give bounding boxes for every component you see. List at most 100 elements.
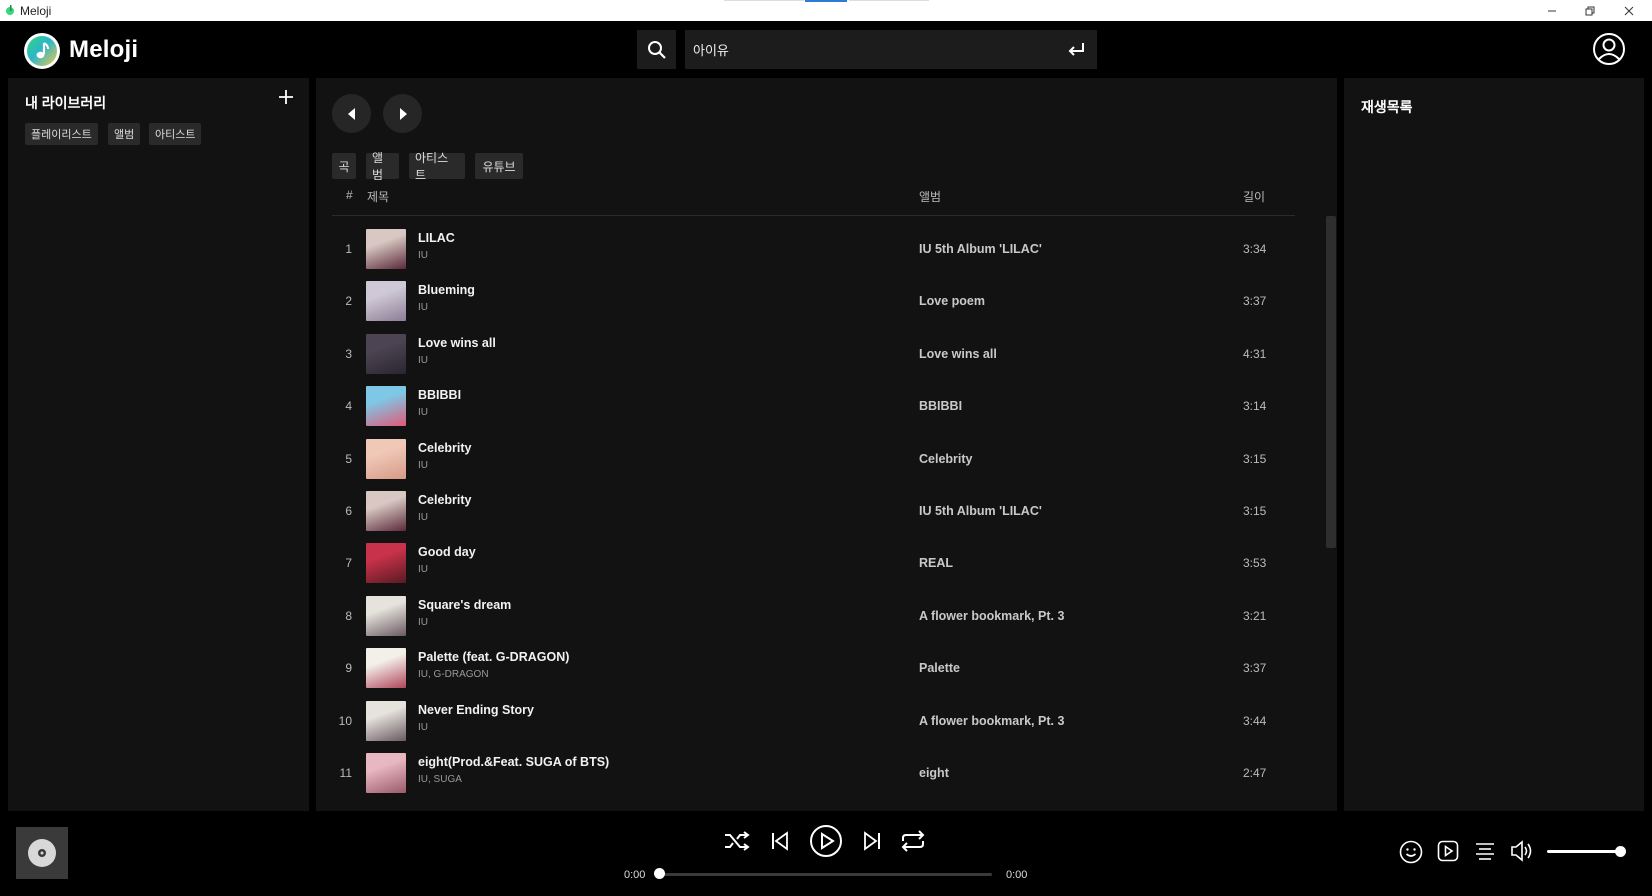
volume-handle[interactable]: [1615, 846, 1626, 857]
track-album[interactable]: Celebrity: [919, 452, 973, 466]
track-album[interactable]: eight: [919, 766, 949, 780]
search-input[interactable]: [693, 30, 1053, 69]
track-row[interactable]: 9 Palette (feat. G-DRAGON) IU, G-DRAGON Pal…: [316, 643, 1316, 695]
track-number: 7: [345, 556, 352, 571]
track-album[interactable]: IU 5th Album 'LILAC': [919, 504, 1042, 518]
track-row[interactable]: 2 Blueming IU Love poem 3:37: [316, 276, 1316, 328]
track-row[interactable]: 4 BBIBBI IU BBIBBI 3:14: [316, 381, 1316, 433]
column-duration: 길이: [1243, 190, 1266, 204]
tab-songs[interactable]: 곡: [332, 153, 356, 179]
track-row[interactable]: 8 Square's dream IU A flower bookmark, Pt. …: [316, 591, 1316, 643]
track-number: 4: [345, 399, 352, 414]
titlebar-divider: [849, 0, 929, 1]
track-artist[interactable]: IU: [418, 617, 428, 628]
total-time: 0:00: [1006, 869, 1028, 881]
track-artist[interactable]: IU: [418, 250, 428, 261]
track-row[interactable]: 10 Never Ending Story IU A flower bookmark,…: [316, 696, 1316, 748]
restore-button[interactable]: [1571, 0, 1609, 21]
album-art: [366, 438, 406, 479]
track-title[interactable]: eight(Prod.&Feat. SUGA of BTS): [418, 755, 609, 769]
lyrics-icon[interactable]: [1474, 841, 1496, 861]
track-artist[interactable]: IU: [418, 355, 428, 366]
track-album[interactable]: A flower bookmark, Pt. 3: [919, 609, 1064, 623]
track-title[interactable]: Blueming: [418, 283, 475, 297]
track-artist[interactable]: IU, G-DRAGON: [418, 669, 489, 680]
close-button[interactable]: [1610, 0, 1648, 21]
disc-icon: [28, 839, 56, 867]
track-row[interactable]: 11 eight(Prod.&Feat. SUGA of BTS) IU, SUGA…: [316, 748, 1316, 800]
track-title[interactable]: Good day: [418, 545, 476, 559]
tab-artists[interactable]: 아티스트: [409, 151, 465, 182]
scrollbar[interactable]: [1326, 216, 1336, 548]
minimize-icon: [1548, 10, 1556, 11]
forward-arrow-icon: [399, 107, 407, 120]
track-title[interactable]: BBIBBI: [418, 388, 461, 402]
volume-icon[interactable]: [1510, 840, 1534, 862]
minimize-button[interactable]: [1533, 0, 1571, 21]
track-album[interactable]: Love poem: [919, 294, 985, 308]
track-row[interactable]: 6 Celebrity IU IU 5th Album 'LILAC' 3:15: [316, 486, 1316, 538]
add-icon[interactable]: [276, 87, 296, 107]
album-art: [366, 700, 406, 741]
track-duration: 3:21: [1243, 608, 1267, 623]
track-title[interactable]: Celebrity: [418, 493, 472, 507]
track-album[interactable]: IU 5th Album 'LILAC': [919, 242, 1042, 256]
forward-button[interactable]: [383, 94, 422, 133]
track-title[interactable]: Celebrity: [418, 441, 472, 455]
tab-youtube[interactable]: 유튜브: [475, 153, 523, 179]
track-title[interactable]: Palette (feat. G-DRAGON): [418, 650, 569, 664]
album-art: [366, 386, 406, 427]
tab-albums[interactable]: 앨범: [366, 151, 399, 182]
user-account-icon[interactable]: [1592, 32, 1626, 66]
app-icon: [6, 5, 14, 15]
track-artist[interactable]: IU: [418, 460, 428, 471]
album-art: [366, 595, 406, 636]
track-artist[interactable]: IU: [418, 407, 428, 418]
track-row[interactable]: 5 Celebrity IU Celebrity 3:15: [316, 434, 1316, 486]
track-album[interactable]: A flower bookmark, Pt. 3: [919, 714, 1064, 728]
window-title: Meloji: [20, 4, 52, 18]
track-title[interactable]: Love wins all: [418, 336, 496, 350]
repeat-button[interactable]: [899, 827, 927, 855]
album-art: [366, 333, 406, 374]
track-album[interactable]: BBIBBI: [919, 399, 962, 413]
logo[interactable]: [24, 33, 60, 69]
volume-slider[interactable]: [1547, 850, 1623, 853]
track-album[interactable]: Love wins all: [919, 347, 997, 361]
track-title[interactable]: Never Ending Story: [418, 703, 534, 717]
search-button[interactable]: [637, 30, 676, 69]
app-header: Meloji: [0, 21, 1652, 78]
window-titlebar: Meloji: [0, 0, 1652, 21]
track-row[interactable]: 3 Love wins all IU Love wins all 4:31: [316, 329, 1316, 381]
track-album[interactable]: REAL: [919, 556, 953, 570]
track-artist[interactable]: IU: [418, 564, 428, 575]
track-title[interactable]: Square's dream: [418, 598, 511, 612]
enter-icon[interactable]: [1065, 39, 1087, 61]
library-title: 내 라이브러리: [25, 95, 107, 111]
next-button[interactable]: [859, 827, 885, 855]
track-artist[interactable]: IU, SUGA: [418, 774, 462, 785]
track-artist[interactable]: IU: [418, 302, 428, 313]
back-button[interactable]: [332, 94, 371, 133]
previous-button[interactable]: [767, 827, 793, 855]
progress-handle[interactable]: [654, 868, 665, 879]
progress-track[interactable]: [659, 873, 992, 876]
repeat-icon: [901, 830, 925, 852]
video-icon[interactable]: [1437, 840, 1459, 862]
search-field: [685, 30, 1097, 69]
library-filter-artist[interactable]: 아티스트: [149, 123, 202, 145]
track-row[interactable]: 7 Good day IU REAL 3:53: [316, 538, 1316, 590]
track-title[interactable]: LILAC: [418, 231, 455, 245]
logo-badge: [27, 36, 57, 66]
shuffle-button[interactable]: [723, 827, 751, 855]
play-button[interactable]: [809, 824, 843, 858]
track-row[interactable]: 1 LILAC IU IU 5th Album 'LILAC' 3:34: [316, 224, 1316, 276]
emoji-icon[interactable]: [1399, 840, 1423, 864]
track-duration: 3:14: [1243, 399, 1267, 414]
track-duration: 3:37: [1243, 294, 1267, 309]
library-filter-album[interactable]: 앨범: [108, 123, 141, 145]
library-filter-playlist[interactable]: 플레이리스트: [25, 123, 98, 145]
track-artist[interactable]: IU: [418, 512, 428, 523]
track-artist[interactable]: IU: [418, 722, 428, 733]
track-album[interactable]: Palette: [919, 661, 960, 675]
